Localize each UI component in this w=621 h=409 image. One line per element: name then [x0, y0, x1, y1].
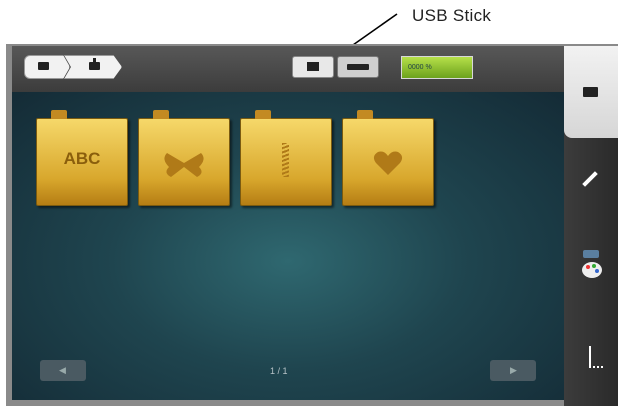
folder-icon	[583, 87, 598, 97]
usb-stick-icon	[347, 64, 369, 70]
folder-zigzag[interactable]	[240, 110, 332, 206]
folder-label: ABC	[63, 149, 101, 168]
folder-alphabet[interactable]: ABC	[36, 110, 128, 206]
machine-memory-button[interactable]	[292, 56, 334, 78]
folder-butterfly[interactable]	[138, 110, 230, 206]
folder-tab	[255, 110, 271, 119]
folder-area: ABC	[12, 92, 564, 400]
heart-icon	[373, 151, 403, 175]
sidebar-item-folder[interactable]	[564, 46, 618, 138]
folder-tab	[357, 110, 373, 119]
usb-stick-button[interactable]	[337, 56, 379, 78]
memory-label: 0000 %	[408, 64, 432, 71]
annotation-label: USB Stick	[412, 6, 492, 25]
zigzag-icon	[282, 143, 289, 177]
previous-page-button[interactable]: ◀	[40, 360, 86, 381]
folder-up-icon	[89, 58, 100, 70]
folder-icon	[38, 62, 49, 70]
ruler-icon[interactable]	[589, 346, 603, 368]
next-page-button[interactable]: ▶	[490, 360, 536, 381]
chevron-left-icon: ◀	[59, 365, 66, 375]
palette-tab-icon	[583, 250, 599, 258]
chevron-right-icon: ▶	[510, 365, 517, 375]
breadcrumb-current[interactable]	[64, 55, 122, 79]
folder-heart[interactable]	[342, 110, 434, 206]
breadcrumb-root[interactable]	[24, 55, 70, 79]
page-indicator: 1 / 1	[270, 366, 288, 376]
top-bar: 0000 %	[12, 46, 564, 93]
folder-tab	[153, 110, 169, 119]
memory-bar: 0000 %	[401, 56, 473, 79]
palette-icon[interactable]	[582, 262, 602, 278]
butterfly-icon	[164, 153, 204, 177]
folder-tab	[51, 110, 67, 119]
machine-memory-icon	[307, 62, 319, 71]
